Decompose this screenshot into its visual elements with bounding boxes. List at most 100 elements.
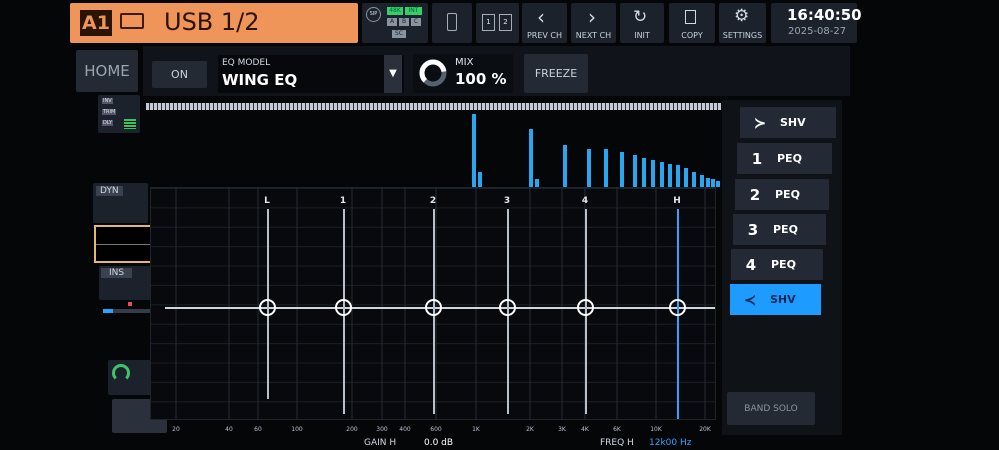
- freq-tick-label: 20K: [699, 426, 711, 433]
- band-type: SHV: [780, 116, 806, 129]
- c-badge: C: [411, 18, 421, 26]
- rta-bar: [587, 148, 591, 187]
- band-number: 3: [747, 220, 759, 239]
- band-button-1[interactable]: 1 PEQ: [737, 143, 832, 174]
- rta-bar: [716, 180, 720, 187]
- freq-tick-label: 60: [254, 426, 262, 433]
- freq-tick-label: 1K: [472, 426, 480, 433]
- reset-icon: ↻: [633, 7, 648, 27]
- gain-label: GAIN H: [364, 438, 397, 448]
- sc-badge: SC: [392, 30, 406, 38]
- rta-spectrum: [146, 110, 721, 187]
- freq-tick-label: 300: [376, 426, 388, 433]
- rta-bar: [706, 177, 710, 187]
- copy-icon: [685, 10, 696, 24]
- prev-channel-button[interactable]: ‹ PREV CH: [522, 3, 567, 43]
- band-marker-label: H: [673, 196, 681, 206]
- mix-label: MIX: [455, 57, 474, 68]
- band-marker-label: 3: [503, 196, 511, 206]
- pan-knob-icon: [112, 364, 130, 382]
- home-button[interactable]: HOME: [76, 50, 138, 92]
- freq-tick-label: 400: [399, 426, 411, 433]
- band-handle[interactable]: [577, 299, 594, 316]
- rta-bar: [478, 171, 482, 187]
- channel-id: A1: [80, 10, 112, 36]
- band-marker-label: 1: [339, 196, 347, 206]
- band-type: PEQ: [773, 223, 798, 236]
- band-type: PEQ: [775, 188, 800, 201]
- input-options[interactable]: INV TRIM DLY: [98, 95, 140, 133]
- dynamics-block[interactable]: DYN: [93, 183, 148, 223]
- rta-bar: [676, 165, 680, 187]
- b-badge: B: [399, 18, 409, 26]
- sd-cards-button[interactable]: 1 2: [476, 3, 519, 43]
- freq-tick-label: 3K: [558, 426, 566, 433]
- band-solo-button[interactable]: BAND SOLO: [727, 392, 815, 425]
- dyn-label: DYN: [96, 186, 123, 196]
- gain-value[interactable]: 0.0 dB: [424, 438, 453, 448]
- band-handle[interactable]: [425, 299, 442, 316]
- eq-model-value: WING EQ: [222, 71, 298, 89]
- freq-label: FREQ H: [600, 438, 634, 448]
- freq-tick-label: 600: [430, 426, 442, 433]
- usb-stick-icon: [447, 13, 457, 31]
- band-button-2[interactable]: 2 PEQ: [735, 179, 829, 210]
- band-button-4[interactable]: 4 PEQ: [731, 249, 823, 280]
- rta-bar: [535, 179, 539, 187]
- channel-header[interactable]: A1 USB 1/2: [70, 3, 358, 43]
- trim-label: TRIM: [102, 109, 117, 115]
- keyboard-strip: [146, 103, 721, 110]
- band-marker-label: 4: [581, 196, 589, 206]
- band-button-5[interactable]: ≺ SHV: [730, 284, 821, 315]
- date: 2025-08-27: [788, 26, 847, 37]
- band-marker-label: 2: [429, 196, 437, 206]
- clip-led: [128, 302, 132, 306]
- mix-knob[interactable]: [418, 58, 448, 88]
- freq-value[interactable]: 12k00 Hz: [649, 438, 691, 448]
- dly-meter: [124, 119, 136, 129]
- dropdown-arrow-icon[interactable]: ▼: [384, 55, 402, 93]
- band-handle[interactable]: [335, 299, 352, 316]
- rate-badge: 48K: [387, 7, 403, 15]
- rta-bar: [668, 163, 672, 187]
- rta-bar: [684, 167, 688, 187]
- inv-label: INV: [102, 98, 113, 104]
- eq-model-select[interactable]: EQ MODEL WING EQ ▼: [218, 55, 404, 93]
- status-panel[interactable]: SIP 48K INT A B C SC: [362, 3, 428, 43]
- freeze-button[interactable]: FREEZE: [524, 54, 588, 93]
- rta-bar: [642, 157, 646, 187]
- freq-tick-label: 2K: [526, 426, 534, 433]
- band-type: PEQ: [771, 258, 796, 271]
- ins-label: INS: [101, 268, 133, 278]
- freq-tick-label: 40: [225, 426, 233, 433]
- band-type: PEQ: [777, 152, 802, 165]
- freq-tick-label: 6K: [613, 426, 621, 433]
- freq-tick-label: 20: [172, 426, 180, 433]
- rta-bar: [651, 160, 655, 187]
- eq-block-selected[interactable]: [94, 225, 153, 263]
- band-handle[interactable]: [669, 299, 686, 316]
- chevron-right-icon: ›: [588, 5, 596, 29]
- rta-bar: [620, 152, 624, 187]
- band-number: 4: [745, 255, 757, 274]
- mix-control[interactable]: MIX 100 %: [413, 54, 513, 93]
- band-button-3[interactable]: 3 PEQ: [733, 214, 826, 245]
- freq-tick-label: 10K: [650, 426, 662, 433]
- band-handle[interactable]: [259, 299, 276, 316]
- dly-label: DLY: [102, 120, 114, 126]
- channel-name: USB 1/2: [164, 8, 260, 36]
- rta-bar: [660, 162, 664, 187]
- rta-bar: [604, 148, 608, 187]
- rta-bar: [700, 175, 704, 187]
- usb-button[interactable]: [432, 3, 472, 43]
- settings-button[interactable]: ⚙ SETTINGS: [719, 3, 766, 43]
- time: 16:40:50: [787, 6, 862, 24]
- copy-button[interactable]: COPY: [669, 3, 715, 43]
- init-button[interactable]: ↻ INIT: [620, 3, 664, 43]
- next-channel-button[interactable]: › NEXT CH: [571, 3, 616, 43]
- band-handle[interactable]: [499, 299, 516, 316]
- band-button-0[interactable]: ≻ SHV: [740, 107, 836, 138]
- eq-model-label: EQ MODEL: [222, 58, 271, 68]
- rta-bar: [633, 154, 637, 187]
- on-button[interactable]: ON: [152, 61, 207, 88]
